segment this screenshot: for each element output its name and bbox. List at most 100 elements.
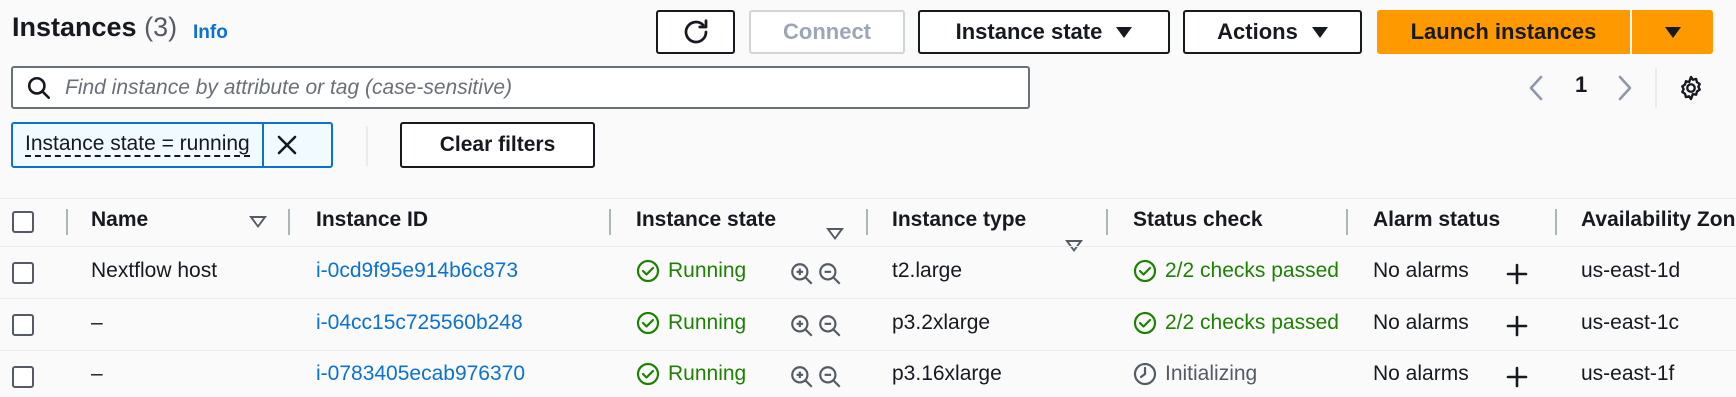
column-header-availability-zone[interactable]: Availability Zone xyxy=(1581,208,1736,232)
row-divider xyxy=(0,298,1736,299)
current-page-number[interactable]: 1 xyxy=(1575,72,1587,98)
clear-filters-button[interactable]: Clear filters xyxy=(400,122,595,168)
add-alarm-button[interactable] xyxy=(1505,262,1529,291)
refresh-button[interactable] xyxy=(656,10,735,54)
table-top-border xyxy=(0,198,1736,199)
column-separator xyxy=(866,209,868,235)
check-circle-icon xyxy=(636,259,660,283)
preferences-button[interactable] xyxy=(1676,72,1706,104)
alarm-status: No alarms xyxy=(1373,311,1469,334)
launch-options-button[interactable] xyxy=(1632,10,1713,54)
refresh-icon xyxy=(684,19,707,44)
column-separator xyxy=(1106,209,1108,235)
instance-type: t2.large xyxy=(892,259,963,282)
status-check-text: 2/2 checks passed xyxy=(1165,311,1339,334)
row-divider xyxy=(0,350,1736,351)
row-checkbox[interactable] xyxy=(12,314,34,336)
zoom-controls xyxy=(789,261,843,287)
table-header-border xyxy=(0,246,1736,247)
info-link[interactable]: Info xyxy=(193,22,228,44)
check-circle-icon xyxy=(1133,259,1157,283)
gear-icon xyxy=(1681,75,1701,101)
column-header-instance-state[interactable]: Instance state xyxy=(636,208,776,232)
instance-type: p3.16xlarge xyxy=(892,362,1002,385)
sort-icon[interactable] xyxy=(826,228,844,240)
page-title-text: Instances xyxy=(12,12,137,42)
zoom-out-icon[interactable] xyxy=(817,313,843,339)
column-separator xyxy=(288,209,290,235)
instance-name: Nextflow host xyxy=(91,259,218,282)
row-checkbox[interactable] xyxy=(12,366,34,388)
pagination-divider xyxy=(1655,68,1657,108)
status-check: Initializing xyxy=(1133,362,1257,386)
column-separator xyxy=(609,209,611,235)
column-separator xyxy=(66,209,68,235)
page-title: Instances (3) xyxy=(12,12,177,43)
connect-button[interactable]: Connect xyxy=(749,10,905,54)
instance-state-text: Running xyxy=(668,259,747,282)
instance-state-dropdown[interactable]: Instance state xyxy=(918,10,1170,54)
instance-id-link[interactable]: i-0cd9f95e914b6c873 xyxy=(316,259,518,283)
row-checkbox[interactable] xyxy=(12,262,34,284)
column-header-alarm-status[interactable]: Alarm status xyxy=(1373,208,1500,232)
add-alarm-button[interactable] xyxy=(1505,365,1529,394)
column-header-instance-type[interactable]: Instance type xyxy=(892,208,1026,232)
caret-down-icon xyxy=(1664,26,1681,38)
instance-count: (3) xyxy=(144,12,178,42)
zoom-controls xyxy=(789,313,843,339)
clock-icon xyxy=(1133,362,1157,386)
zoom-out-icon[interactable] xyxy=(817,364,843,390)
plus-icon xyxy=(1506,263,1528,285)
column-separator xyxy=(1555,209,1557,235)
column-separator xyxy=(1346,209,1348,235)
search-icon xyxy=(13,75,65,101)
sort-icon[interactable] xyxy=(249,216,267,228)
availability-zone: us-east-1d xyxy=(1581,259,1681,282)
next-page-button[interactable] xyxy=(1610,72,1640,104)
availability-zone: us-east-1c xyxy=(1581,311,1680,334)
column-header-status-check[interactable]: Status check xyxy=(1133,208,1263,232)
add-alarm-button[interactable] xyxy=(1505,314,1529,343)
instance-name: – xyxy=(91,362,103,385)
instance-name: – xyxy=(91,311,103,334)
zoom-in-icon[interactable] xyxy=(789,313,815,339)
column-header-instance-id[interactable]: Instance ID xyxy=(316,208,428,232)
launch-instances-button[interactable]: Launch instances xyxy=(1377,10,1630,54)
availability-zone: us-east-1f xyxy=(1581,362,1675,385)
actions-dropdown[interactable]: Actions xyxy=(1183,10,1362,54)
actions-dropdown-label: Actions xyxy=(1217,19,1298,44)
close-icon xyxy=(277,135,297,155)
zoom-out-icon[interactable] xyxy=(817,261,843,287)
instance-state-badge: Running xyxy=(636,362,746,386)
chevron-left-icon xyxy=(1529,75,1543,101)
filter-token-label[interactable]: Instance state = running xyxy=(13,124,262,166)
alarm-status: No alarms xyxy=(1373,362,1469,385)
filter-divider xyxy=(366,126,368,166)
check-circle-icon xyxy=(636,311,660,335)
chevron-right-icon xyxy=(1618,75,1632,101)
instance-state-badge: Running xyxy=(636,311,746,335)
plus-icon xyxy=(1506,315,1528,337)
alarm-status: No alarms xyxy=(1373,259,1469,282)
instance-state-text: Running xyxy=(668,362,747,385)
filter-token-text: Instance state = running xyxy=(25,132,250,158)
status-check-text: 2/2 checks passed xyxy=(1165,259,1339,282)
instance-state-dropdown-label: Instance state xyxy=(955,19,1103,44)
zoom-controls xyxy=(789,364,843,390)
status-check: 2/2 checks passed xyxy=(1133,259,1339,283)
check-circle-icon xyxy=(1133,311,1157,335)
select-all-checkbox[interactable] xyxy=(12,211,34,233)
zoom-in-icon[interactable] xyxy=(789,364,815,390)
remove-filter-button[interactable] xyxy=(261,124,310,166)
zoom-in-icon[interactable] xyxy=(789,261,815,287)
caret-down-icon xyxy=(1311,26,1328,38)
search-input[interactable] xyxy=(65,68,1028,107)
instance-id-link[interactable]: i-04cc15c725560b248 xyxy=(316,311,523,335)
column-header-name[interactable]: Name xyxy=(91,208,148,232)
instance-state-text: Running xyxy=(668,311,747,334)
instance-id-link[interactable]: i-0783405ecab976370 xyxy=(316,362,525,386)
filter-token: Instance state = running xyxy=(11,122,333,168)
instance-type: p3.2xlarge xyxy=(892,311,991,334)
caret-down-icon xyxy=(1116,26,1133,38)
previous-page-button[interactable] xyxy=(1521,72,1551,104)
